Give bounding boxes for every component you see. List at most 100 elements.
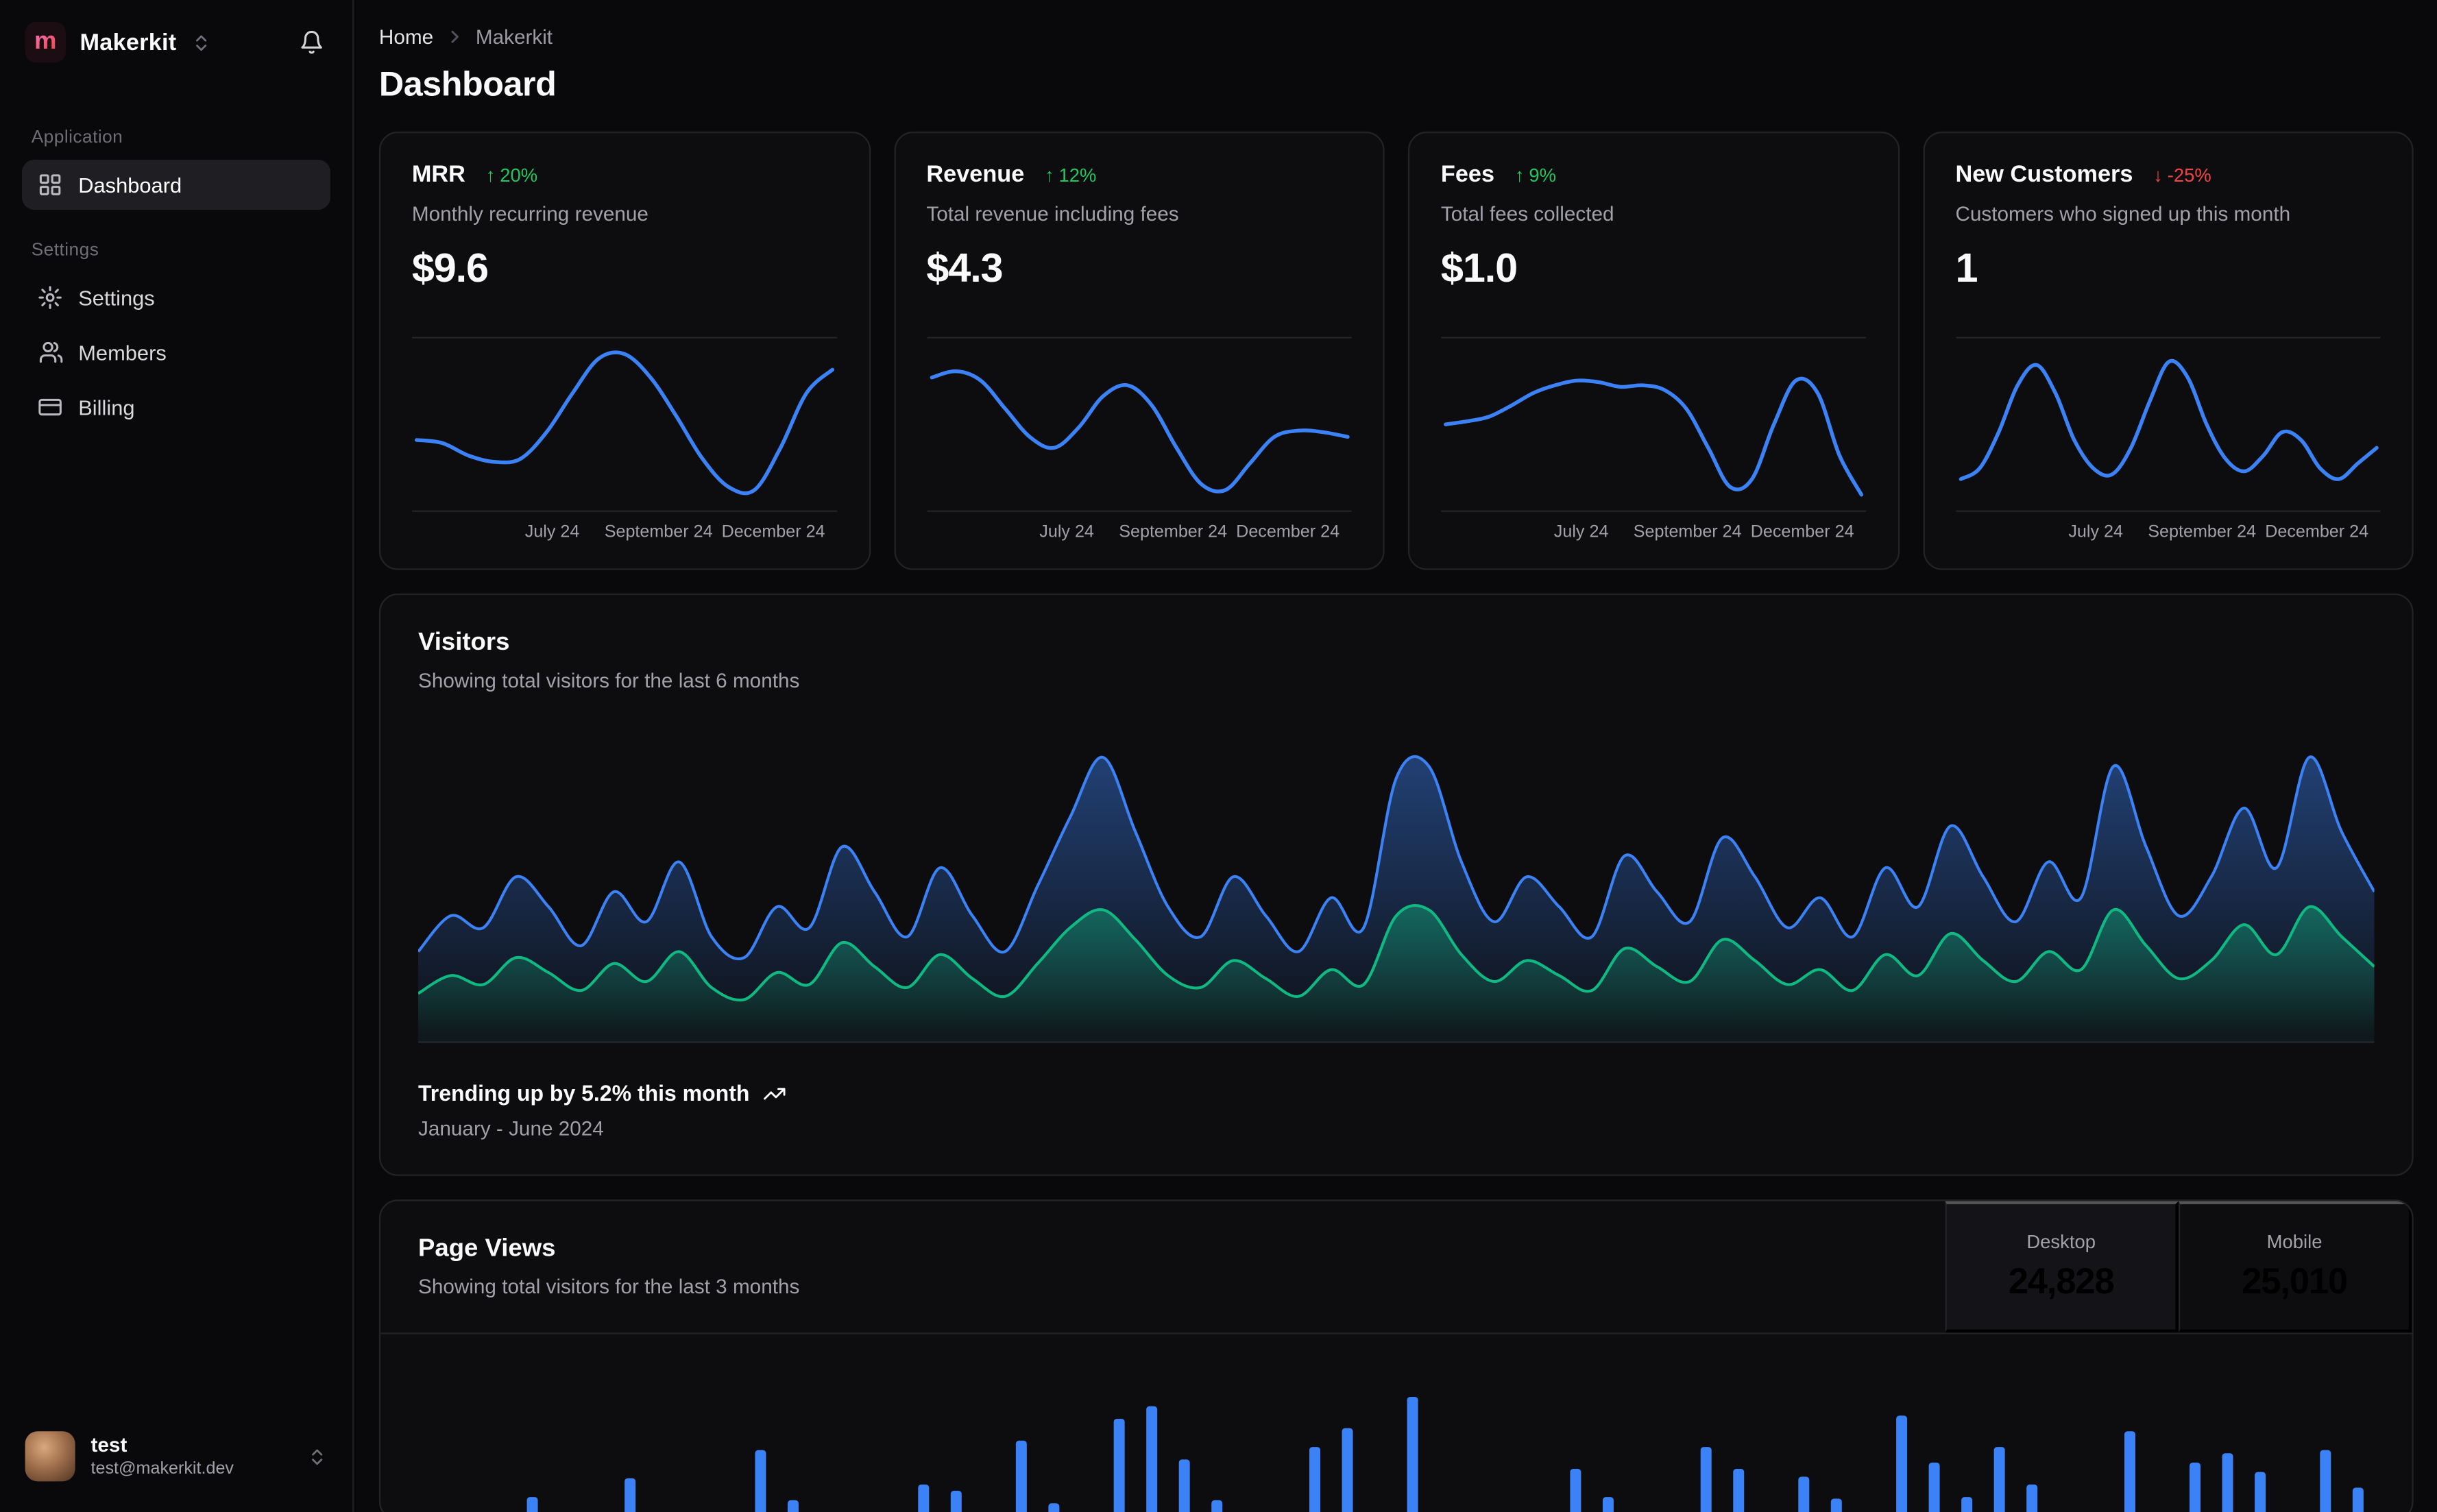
dashboard-icon [39,174,61,195]
new-customers-sparkline-chart [1955,337,2381,512]
page-views-header: Page Views Showing total visitors for th… [380,1201,2412,1334]
nav-section-label-application: Application [31,128,123,147]
chart-x-axis: July 24 September 24 December 24 [1955,523,2380,546]
workspace-name: Makerkit [80,29,177,56]
trend-down-icon: ↓ [2153,163,2163,186]
breadcrumb-home[interactable]: Home [379,24,433,47]
sidebar-item-label: Settings [78,285,155,310]
nav-section-label-settings: Settings [31,241,99,260]
x-tick: December 24 [721,523,825,542]
visitors-title: Visitors [418,629,510,657]
user-menu[interactable]: test test@makerkit.dev [22,1425,330,1487]
visitors-card: Visitors Showing total visitors for the … [378,593,2414,1176]
sidebar-item-settings[interactable]: Settings [22,273,330,323]
stat-description: Total revenue including fees [926,202,1179,225]
main-content: Home Makerkit Dashboard MRR ↑ 20% Monthly… [354,0,2437,1512]
mobile-toggle[interactable]: Mobile 25,010 [2179,1201,2412,1333]
mrr-sparkline-chart [411,337,838,512]
chart-x-axis: July 24 September 24 December 24 [1441,523,1866,546]
workspace-selector[interactable]: m Makerkit [25,21,211,63]
trend-value: 20% [500,163,538,186]
chevron-right-icon [450,29,459,42]
trend-value: 12% [1058,163,1097,186]
chevrons-up-down-icon [195,34,206,50]
visitors-footer: Trending up by 5.2% this month January -… [418,1080,2375,1140]
x-tick: September 24 [1633,523,1742,542]
sidebar-item-label: Billing [78,395,135,419]
sidebar-item-billing[interactable]: Billing [22,382,330,432]
x-tick: July 24 [1039,523,1094,542]
page-views-subtitle: Showing total visitors for the last 3 mo… [418,1274,800,1299]
sidebar-header: m Makerkit [22,21,330,63]
billing-icon [38,398,62,416]
stat-card-mrr: MRR ↑ 20% Monthly recurring revenue $9.6 … [378,131,871,570]
stat-value: $9.6 [411,244,489,291]
x-tick: July 24 [2068,523,2123,542]
mobile-value: 25,010 [2242,1260,2348,1302]
visitors-trend-text: Trending up by 5.2% this month [418,1080,750,1106]
members-icon [39,341,63,363]
stat-value: 1 [1955,244,1978,291]
trend-value: 9% [1529,163,1556,186]
stat-description: Customers who signed up this month [1955,202,2291,225]
stat-title: New Customers [1955,161,2133,188]
stat-value: $1.0 [1440,244,1518,291]
trend-badge: ↑ 12% [1045,164,1096,186]
chevrons-up-down-icon [312,1448,323,1465]
desktop-toggle[interactable]: Desktop 24,828 [1945,1201,2179,1333]
stat-title: MRR [411,161,465,188]
x-tick: December 24 [1750,523,1854,542]
trend-up-icon: ↑ [1044,163,1054,186]
x-tick: July 24 [524,523,580,542]
stat-card-new-customers: New Customers ↓ -25% Customers who signed… [1922,131,2414,570]
bell-icon [301,30,322,54]
stat-description: Monthly recurring revenue [411,202,648,225]
user-avatar [25,1431,75,1482]
chart-x-axis: July 24 September 24 December 24 [412,523,837,546]
user-name: test [90,1432,128,1456]
stat-cards-row: MRR ↑ 20% Monthly recurring revenue $9.6 … [378,131,2414,570]
x-tick: September 24 [2148,523,2257,542]
page-views-title: Page Views [418,1235,556,1263]
notifications-button[interactable] [296,27,328,58]
visitors-subtitle: Showing total visitors for the last 6 mo… [418,668,800,692]
x-tick: September 24 [1119,523,1228,542]
gear-icon [38,286,62,309]
page-title: Dashboard [378,64,557,103]
breadcrumb-current[interactable]: Makerkit [476,24,553,47]
trend-badge: ↓ -25% [2153,164,2211,186]
makerkit-logo: m [25,21,66,63]
x-tick: September 24 [604,523,713,542]
breadcrumb: Home Makerkit [379,22,2414,50]
stat-title: Revenue [926,161,1025,188]
fees-sparkline-chart [1440,337,1867,512]
user-meta: test test@makerkit.dev [91,1433,234,1480]
trending-up-icon [763,1087,785,1099]
trend-value: -25% [2167,163,2211,186]
visitors-date-range: January - June 2024 [418,1116,604,1141]
sidebar-item-members[interactable]: Members [22,328,330,378]
trend-badge: ↑ 9% [1515,164,1556,186]
trend-up-icon: ↑ [1514,163,1525,186]
desktop-value: 24,828 [2008,1260,2115,1302]
stat-description: Total fees collected [1440,202,1614,225]
x-tick: December 24 [2265,523,2369,542]
stat-title: Fees [1440,161,1495,188]
trend-up-icon: ↑ [485,163,496,186]
stat-card-fees: Fees ↑ 9% Total fees collected $1.0 July … [1407,131,1900,570]
chart-x-axis: July 24 September 24 December 24 [926,523,1351,546]
mobile-label: Mobile [2266,1230,2323,1253]
trend-badge: ↑ 20% [486,164,537,186]
page-views-bar-chart [418,1347,2375,1512]
stat-value: $4.3 [926,244,1003,291]
sidebar-nav: Application Dashboard Settings Settings … [21,128,331,437]
sidebar-item-dashboard[interactable]: Dashboard [21,160,331,210]
x-tick: July 24 [1553,523,1609,542]
sidebar: m Makerkit Application Dashboard Setting… [0,0,354,1512]
visitors-area-chart [418,736,2375,1043]
stat-card-revenue: Revenue ↑ 12% Total revenue including fee… [893,131,1385,570]
user-email: test@makerkit.dev [90,1459,234,1478]
revenue-sparkline-chart [926,337,1352,512]
desktop-label: Desktop [2026,1230,2096,1253]
logo-letter: m [34,28,57,55]
